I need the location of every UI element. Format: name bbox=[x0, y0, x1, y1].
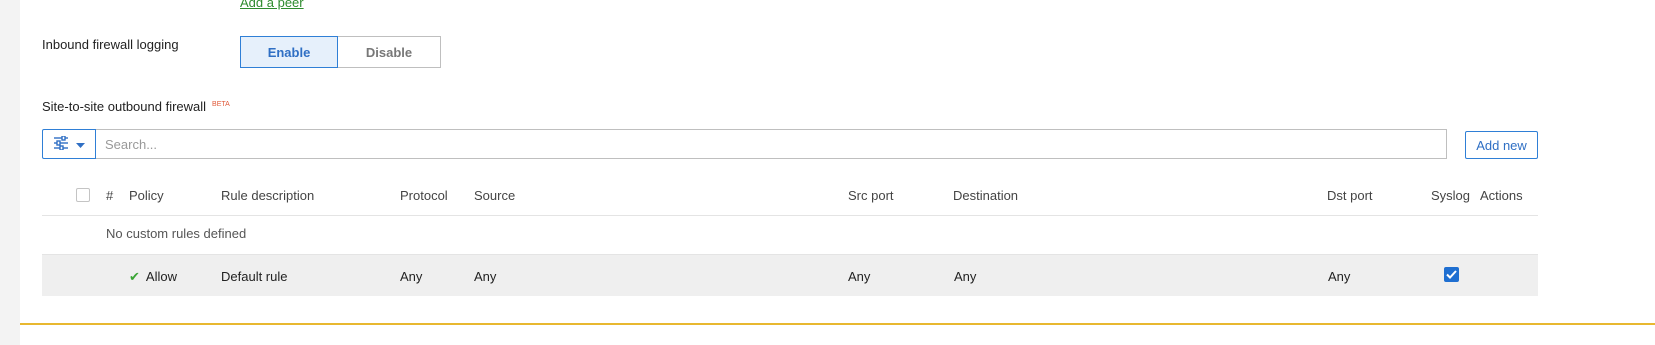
rule-description-cell: Default rule bbox=[221, 269, 288, 284]
check-icon: ✔ bbox=[129, 269, 140, 284]
select-all-checkbox[interactable] bbox=[76, 188, 90, 202]
header-rule-description: Rule description bbox=[221, 188, 315, 203]
inbound-logging-label: Inbound firewall logging bbox=[42, 37, 179, 52]
destination-cell: Any bbox=[954, 269, 977, 284]
search-input[interactable] bbox=[96, 129, 1447, 159]
header-number: # bbox=[106, 188, 114, 203]
header-syslog: Syslog bbox=[1431, 188, 1471, 203]
syslog-checkbox[interactable] bbox=[1444, 267, 1459, 282]
add-peer-link[interactable]: Add a peer bbox=[240, 0, 304, 10]
policy-allow-label: Allow bbox=[145, 269, 177, 284]
add-new-button[interactable]: Add new bbox=[1465, 131, 1538, 159]
header-policy: Policy bbox=[129, 188, 164, 203]
beta-badge: BETA bbox=[212, 100, 230, 108]
outbound-firewall-title: Site-to-site outbound firewall BETA bbox=[42, 99, 230, 114]
policy-allow: ✔ Allow bbox=[129, 269, 177, 285]
dst-port-cell: Any bbox=[1328, 269, 1351, 284]
disable-button[interactable]: Disable bbox=[338, 36, 441, 68]
section-divider bbox=[20, 323, 1655, 325]
header-actions: Actions bbox=[1480, 188, 1523, 203]
caret-down-icon bbox=[76, 137, 85, 152]
outbound-rules-table: # Policy Rule description Protocol Sourc… bbox=[42, 178, 1538, 296]
empty-rules-row: No custom rules defined bbox=[42, 216, 1538, 254]
src-port-cell: Any bbox=[848, 269, 871, 284]
header-protocol: Protocol bbox=[400, 188, 448, 203]
enable-button[interactable]: Enable bbox=[240, 36, 338, 68]
table-header-row: # Policy Rule description Protocol Sourc… bbox=[42, 178, 1538, 216]
source-cell: Any bbox=[474, 269, 497, 284]
default-rule-row: ✔ Allow Default rule Any Any Any Any Any bbox=[42, 254, 1538, 296]
header-source: Source bbox=[474, 188, 516, 203]
header-destination: Destination bbox=[953, 188, 1019, 203]
outbound-firewall-title-text: Site-to-site outbound firewall bbox=[42, 99, 207, 114]
header-dst-port: Dst port bbox=[1327, 188, 1373, 203]
logging-toggle: Enable Disable bbox=[240, 36, 441, 68]
sliders-icon bbox=[53, 134, 69, 153]
header-src-port: Src port bbox=[848, 188, 894, 203]
checkbox-checked-icon bbox=[1446, 267, 1457, 282]
empty-rules-message: No custom rules defined bbox=[106, 226, 247, 241]
protocol-cell: Any bbox=[400, 269, 423, 284]
filter-dropdown-button[interactable] bbox=[42, 129, 96, 159]
